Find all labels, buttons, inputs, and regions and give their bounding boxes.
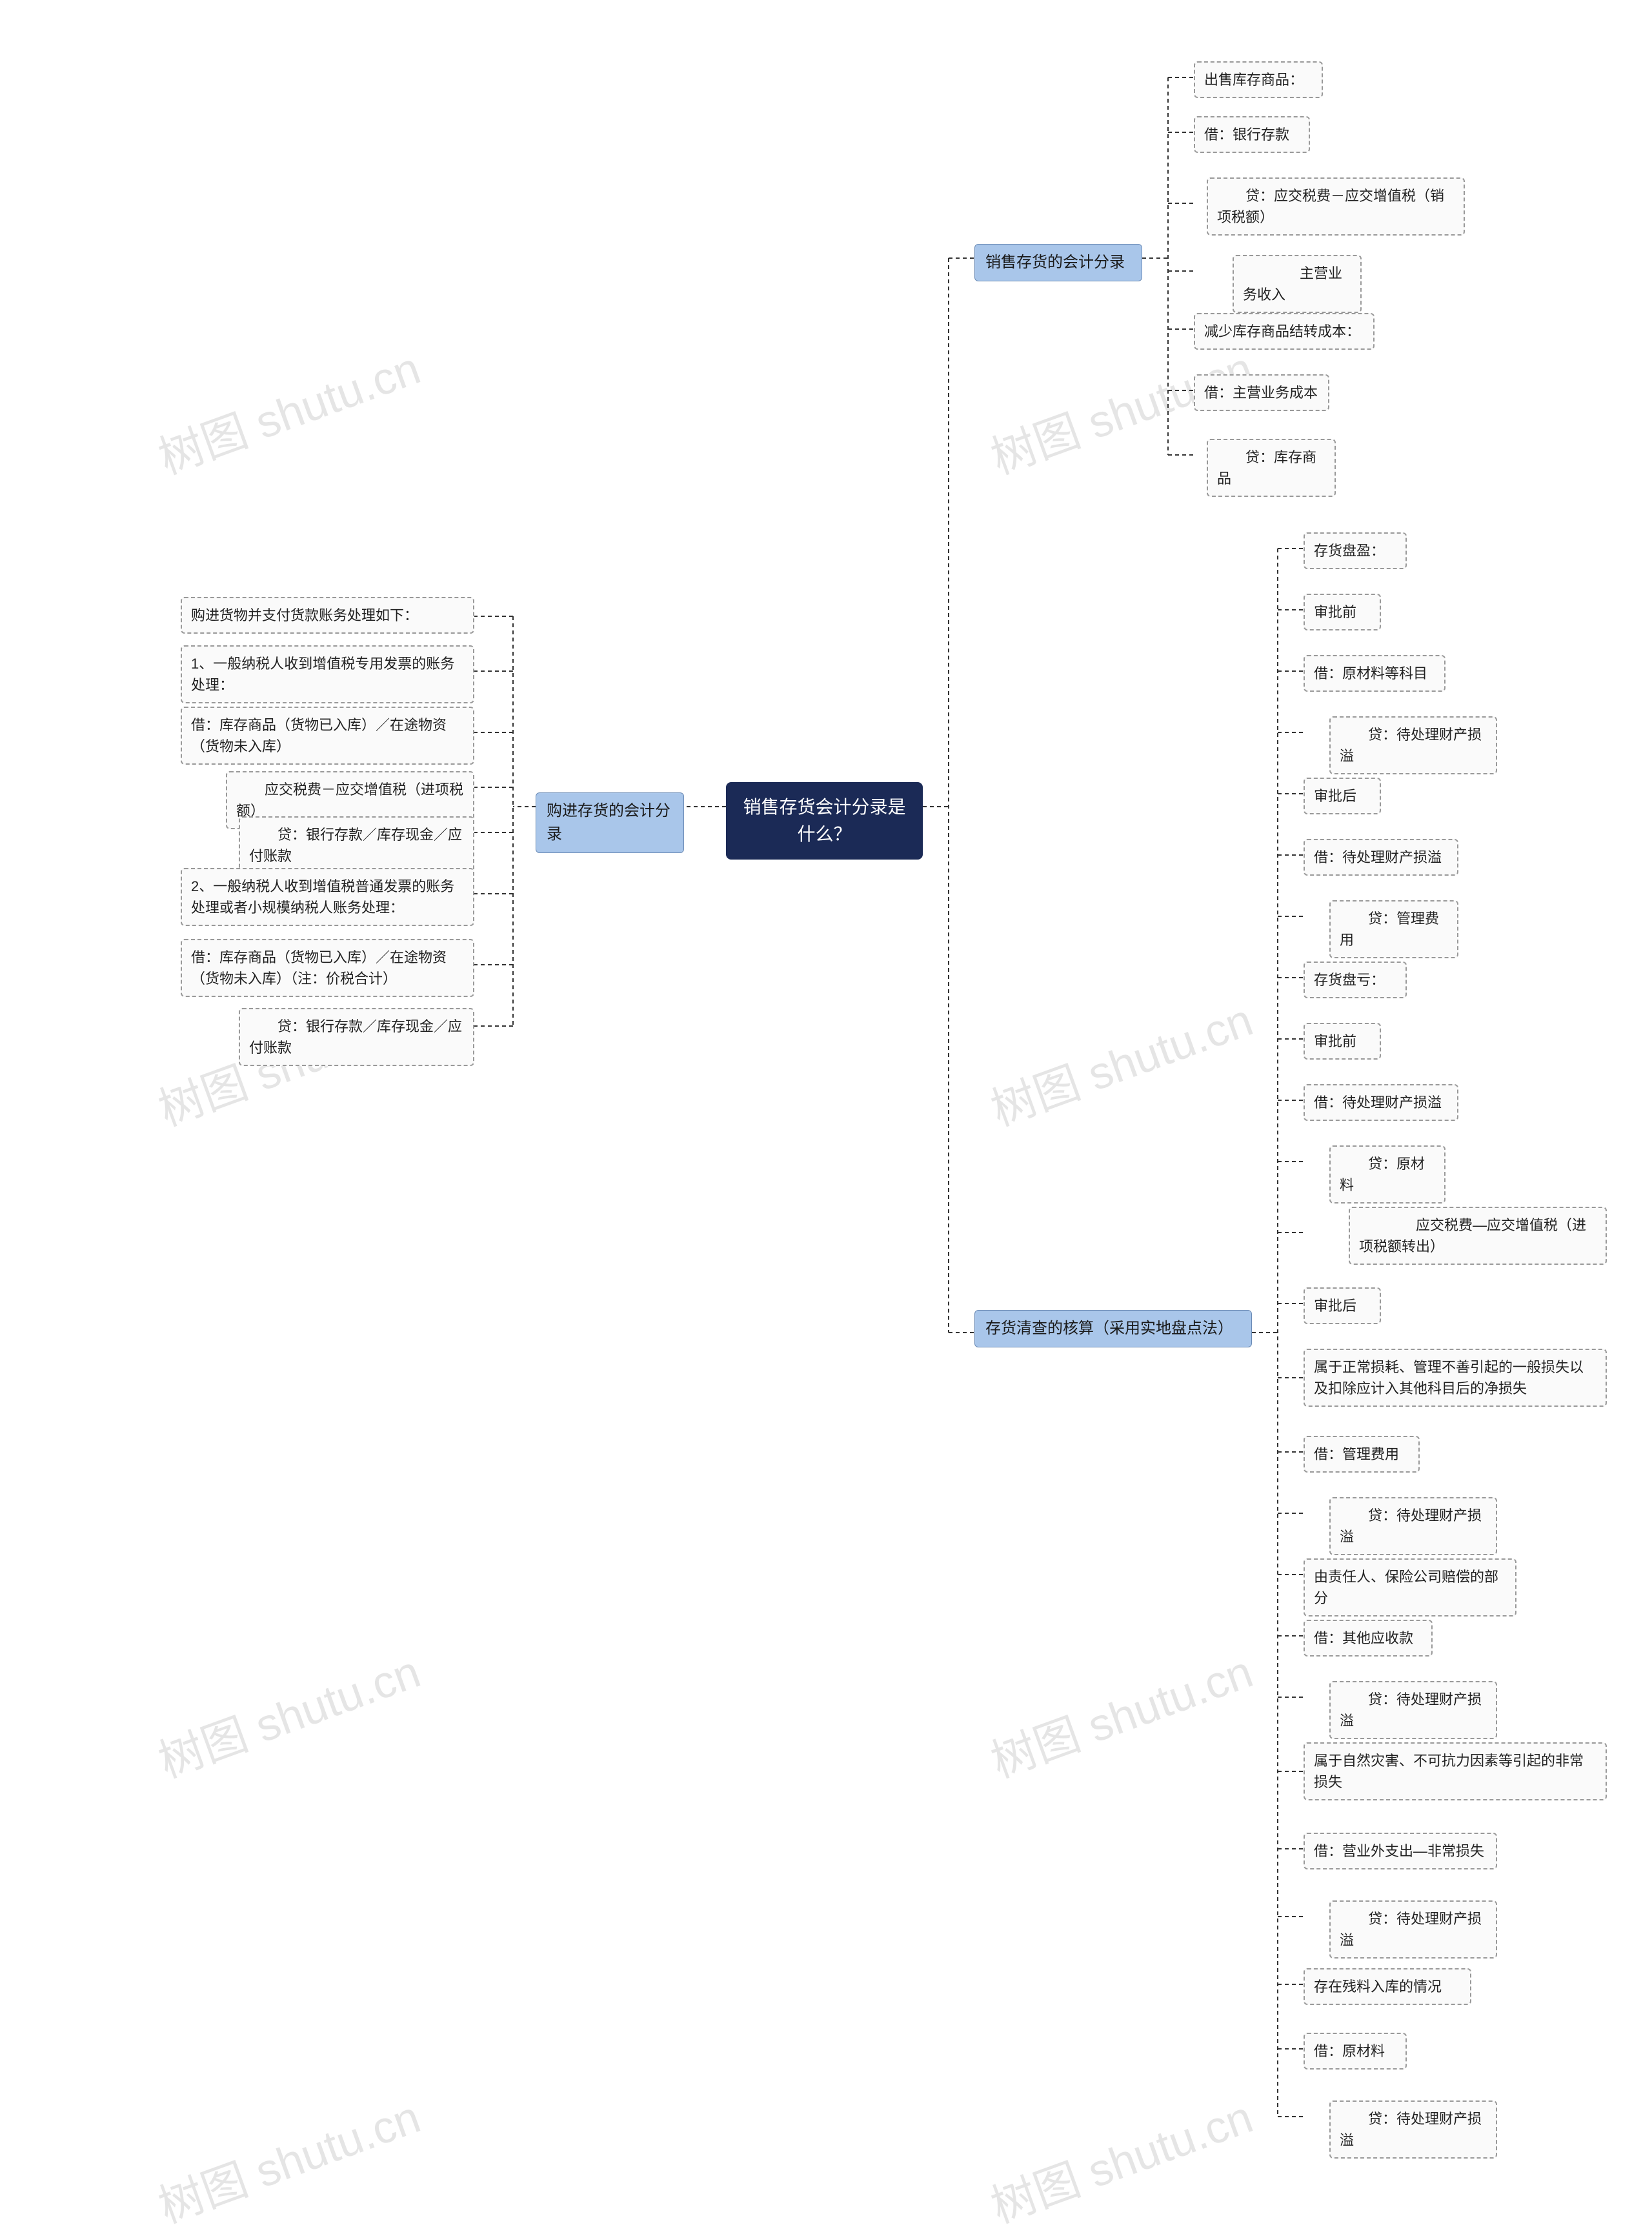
branch-right-1: 销售存货的会计分录 (974, 244, 1142, 281)
r2-leaf: 贷：待处理财产损溢 (1329, 2100, 1497, 2159)
center-node: 销售存货会计分录是什么？ (726, 782, 923, 860)
watermark: 树图 shutu.cn (981, 2081, 1260, 2236)
r2-leaf: 贷：待处理财产损溢 (1329, 1497, 1497, 1555)
r1-leaf: 出售库存商品： (1194, 61, 1323, 98)
watermark: 树图 shutu.cn (981, 1636, 1260, 1791)
r2-leaf: 应交税费—应交增值税（进项税额转出） (1349, 1207, 1607, 1265)
r2-leaf: 借：待处理财产损溢 (1304, 1084, 1458, 1121)
r2-leaf: 审批前 (1304, 1023, 1381, 1060)
r1-leaf: 贷：应交税费－应交增值税（销项税额） (1207, 177, 1465, 236)
left-leaf: 借：库存商品（货物已入库）／在途物资（货物未入库）（注：价税合计） (181, 939, 474, 997)
watermark: 树图 shutu.cn (148, 2081, 428, 2236)
r2-leaf: 由责任人、保险公司赔偿的部分 (1304, 1558, 1516, 1617)
r2-leaf: 贷：待处理财产损溢 (1329, 716, 1497, 774)
r2-leaf: 存在残料入库的情况 (1304, 1968, 1471, 2005)
r2-leaf: 审批后 (1304, 1287, 1381, 1324)
r2-leaf: 借：原材料 (1304, 2033, 1407, 2070)
left-leaf: 贷：银行存款／库存现金／应付账款 (239, 816, 474, 874)
r2-leaf: 借：原材料等科目 (1304, 655, 1446, 692)
watermark: 树图 shutu.cn (148, 332, 428, 487)
left-leaf: 2、一般纳税人收到增值税普通发票的账务处理或者小规模纳税人账务处理： (181, 868, 474, 926)
watermark: 树图 shutu.cn (148, 1636, 428, 1791)
r2-leaf: 审批后 (1304, 778, 1381, 814)
left-leaf: 1、一般纳税人收到增值税专用发票的账务处理： (181, 645, 474, 703)
branch-left: 购进存货的会计分录 (536, 792, 684, 853)
r2-leaf: 借：待处理财产损溢 (1304, 839, 1458, 876)
r1-leaf: 减少库存商品结转成本： (1194, 313, 1375, 350)
r2-leaf: 存货盘亏： (1304, 962, 1407, 998)
left-leaf: 贷：银行存款／库存现金／应付账款 (239, 1008, 474, 1066)
r1-leaf: 借：主营业务成本 (1194, 374, 1329, 411)
r2-leaf: 存货盘盈： (1304, 532, 1407, 569)
r2-leaf: 贷：待处理财产损溢 (1329, 1900, 1497, 1959)
left-leaf: 借：库存商品（货物已入库）／在途物资（货物未入库） (181, 707, 474, 765)
r2-leaf: 借：管理费用 (1304, 1436, 1420, 1473)
r2-leaf: 借：营业外支出—非常损失 (1304, 1833, 1497, 1869)
left-leaf: 购进货物并支付货款账务处理如下： (181, 597, 474, 634)
r2-leaf: 审批前 (1304, 594, 1381, 630)
r2-leaf: 贷：管理费用 (1329, 900, 1458, 958)
r1-leaf: 主营业务收入 (1233, 255, 1362, 313)
r2-leaf: 属于正常损耗、管理不善引起的一般损失以及扣除应计入其他科目后的净损失 (1304, 1349, 1607, 1407)
r2-leaf: 贷：原材料 (1329, 1145, 1446, 1204)
r2-leaf: 借：其他应收款 (1304, 1620, 1433, 1657)
r2-leaf: 贷：待处理财产损溢 (1329, 1681, 1497, 1739)
watermark: 树图 shutu.cn (981, 984, 1260, 1139)
branch-right-2: 存货清查的核算（采用实地盘点法） (974, 1310, 1252, 1347)
r1-leaf: 借：银行存款 (1194, 116, 1310, 153)
r2-leaf: 属于自然灾害、不可抗力因素等引起的非常损失 (1304, 1742, 1607, 1800)
r1-leaf: 贷：库存商品 (1207, 439, 1336, 497)
